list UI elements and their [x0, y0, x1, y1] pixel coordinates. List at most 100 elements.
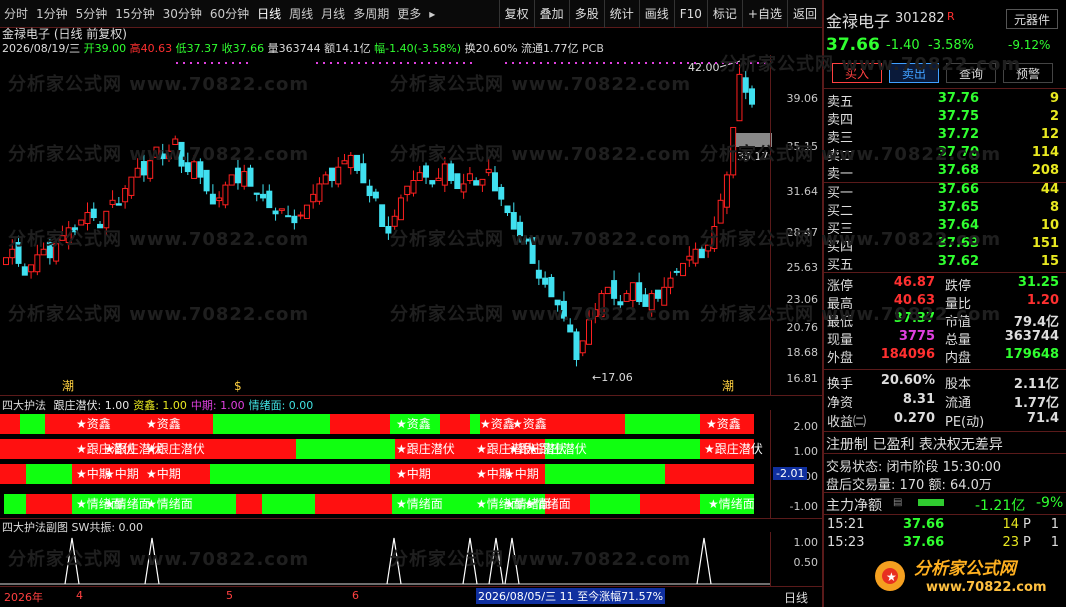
- divider: [824, 514, 1066, 515]
- signal-label: ★中期: [104, 466, 139, 481]
- bid-row[interactable]: 买二 37.65 8: [825, 200, 1065, 219]
- candle: [498, 184, 505, 207]
- candle: [416, 165, 423, 182]
- period-6[interactable]: 日线: [253, 5, 285, 22]
- turnover-value: 20.60%: [475, 42, 518, 55]
- signal-label: ★情绪面: [524, 497, 571, 511]
- signal-bar: [315, 494, 392, 514]
- signal-label: ★资鑫: [512, 416, 547, 431]
- signal-dot: [316, 62, 318, 64]
- period-4[interactable]: 30分钟: [159, 5, 206, 22]
- period-0[interactable]: 分时: [0, 5, 32, 22]
- signal-dot: [435, 62, 437, 64]
- signal-dot: [456, 62, 458, 64]
- tool-4[interactable]: 画线: [638, 0, 674, 28]
- level-price: 37.76: [937, 91, 979, 106]
- stat-label: 跌停: [945, 279, 972, 294]
- signal-label: ★资鑫: [76, 416, 111, 431]
- signal-dot: [414, 62, 416, 64]
- stat-value: 0.270: [893, 411, 935, 426]
- watermark: 分析家公式网 www.70822.com: [390, 549, 692, 570]
- stat-label: 换手: [827, 377, 854, 392]
- stock-name: 金禄电子: [826, 12, 891, 31]
- candle: [435, 168, 442, 182]
- chart-icon[interactable]: ▤: [893, 497, 902, 508]
- ask-row[interactable]: 卖四 37.75 2: [825, 109, 1065, 128]
- tick-price: 37.66: [903, 517, 945, 532]
- watermark: 分析家公式网 www.70822.com: [8, 304, 310, 325]
- sector-label: PCB: [582, 42, 604, 55]
- watermark: 分析家公式网 www.70822.com: [8, 144, 310, 165]
- signal-dot: [232, 62, 234, 64]
- ask-row[interactable]: 卖五 37.76 9: [825, 91, 1065, 110]
- stock-code: 301282: [895, 11, 945, 26]
- level-volume: 208: [1031, 163, 1059, 178]
- signal-dot: [358, 62, 360, 64]
- indicator2-tick: 1.00: [793, 536, 819, 549]
- period-2[interactable]: 5分钟: [72, 5, 112, 22]
- more-chevron-icon[interactable]: ▸: [425, 7, 439, 21]
- level-label: 卖五: [827, 95, 854, 110]
- signal-dot: [246, 62, 248, 64]
- level-price: 37.62: [937, 254, 979, 269]
- candle: [266, 184, 273, 209]
- price-tick: 16.81: [786, 372, 819, 385]
- tool-5[interactable]: F10: [673, 0, 707, 28]
- signal-bar: [665, 464, 754, 484]
- stat-label: 现量: [827, 333, 854, 348]
- sector-button[interactable]: 元器件: [1006, 9, 1058, 29]
- candle: [535, 260, 542, 286]
- candle: [579, 340, 586, 357]
- candle: [28, 264, 35, 279]
- candle: [272, 207, 279, 221]
- candle: [128, 176, 135, 199]
- indicator1-tick: -1.00: [789, 500, 818, 513]
- watermark: 分析家公式网 www.70822.com: [390, 144, 692, 165]
- signal-bar: [296, 439, 395, 459]
- stat-value: 71.4: [1026, 411, 1059, 426]
- period-5[interactable]: 60分钟: [206, 5, 253, 22]
- candle: [222, 181, 229, 209]
- stat-value: 8.31: [902, 392, 935, 407]
- period-1[interactable]: 1分钟: [32, 5, 72, 22]
- signal-dot: [365, 62, 367, 64]
- candle: [285, 205, 292, 218]
- period-label: 日线: [784, 591, 809, 605]
- tool-3[interactable]: 统计: [603, 0, 639, 28]
- tool-0[interactable]: 复权: [498, 0, 534, 28]
- period-8[interactable]: 月线: [317, 5, 349, 22]
- level-volume: 8: [1049, 200, 1059, 215]
- candle: [749, 85, 755, 108]
- signal-bar: [440, 414, 470, 434]
- stat-value: 363744: [1004, 329, 1059, 344]
- bid-row[interactable]: 买一 37.66 44: [825, 182, 1065, 201]
- candle: [723, 171, 730, 215]
- indicator1-bars[interactable]: ★资鑫 ★资鑫 ★资鑫 ★资鑫★资鑫 ★资鑫★跟庄潜伏★跟庄潜伏★跟庄潜伏 ★跟庄潜伏 ★跟…: [0, 410, 770, 518]
- tool-6[interactable]: 标记: [706, 0, 742, 28]
- high-annotation: 42.00: [688, 61, 720, 74]
- signal-dot: [190, 62, 192, 64]
- period-3[interactable]: 15分钟: [111, 5, 158, 22]
- signal-dot: [589, 62, 591, 64]
- stock-flag: R: [947, 10, 955, 23]
- bid-row[interactable]: 买五 37.62 15: [825, 254, 1065, 273]
- signal-dot: [701, 62, 703, 64]
- candle: [278, 208, 285, 214]
- candle: [253, 192, 260, 202]
- signal-label: ★情绪面: [708, 497, 755, 511]
- candle: [573, 328, 580, 367]
- tool-2[interactable]: 多股: [568, 0, 604, 28]
- period-9[interactable]: 多周期: [349, 5, 393, 22]
- tool-8[interactable]: 返回: [786, 0, 822, 28]
- candle: [360, 153, 367, 184]
- period-7[interactable]: 周线: [285, 5, 317, 22]
- divider: [824, 272, 1066, 273]
- stat-label: 流通: [945, 396, 972, 411]
- tool-7[interactable]: +自选: [741, 0, 787, 28]
- period-10[interactable]: 更多: [393, 5, 425, 22]
- candle: [260, 184, 267, 202]
- tool-1[interactable]: 叠加: [533, 0, 569, 28]
- candle: [322, 171, 329, 185]
- watermark: 分析家公式网 www.70822.com: [390, 304, 692, 325]
- signal-dot: [323, 62, 325, 64]
